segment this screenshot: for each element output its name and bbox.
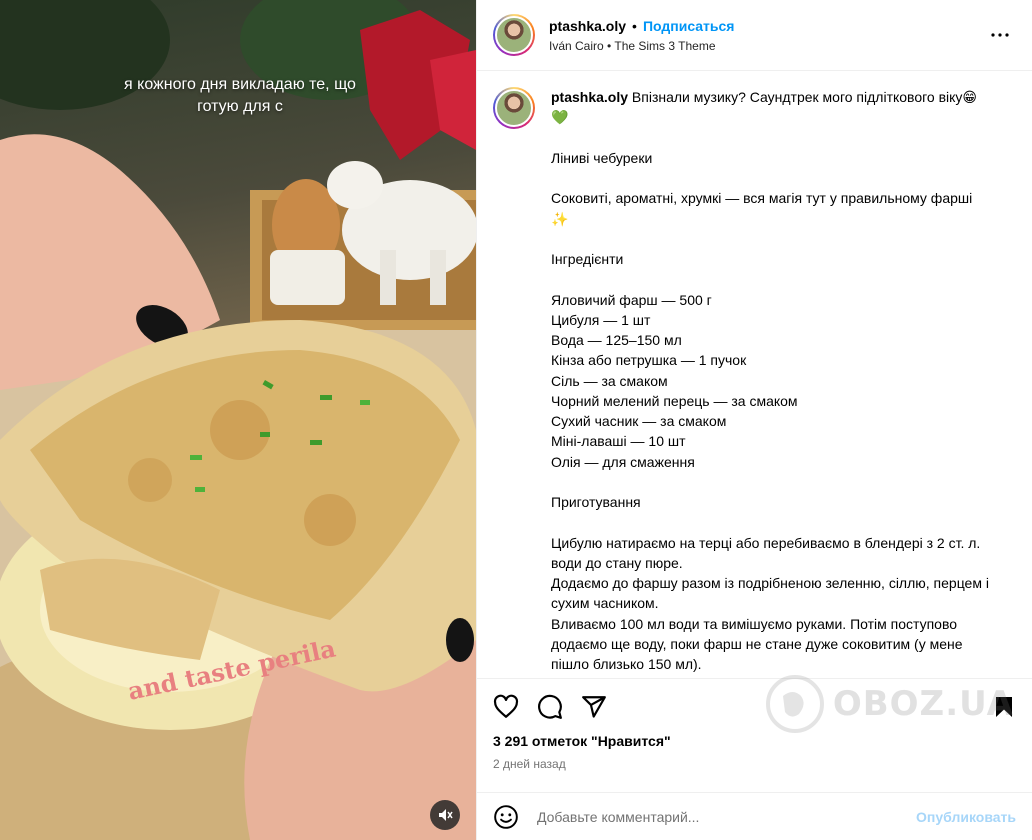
more-icon <box>991 33 1009 37</box>
audio-separator: • <box>607 38 612 53</box>
comment-input[interactable] <box>537 808 917 825</box>
comment-icon <box>538 694 562 719</box>
publish-button[interactable]: Опубликовать <box>916 809 1016 825</box>
post-actions: 3 291 отметок "Нравится" 2 дней назад OB… <box>477 675 1032 792</box>
separator-dot: • <box>632 17 637 34</box>
share-icon <box>582 696 606 718</box>
food-video-frame: and taste perila <box>0 0 476 840</box>
video-overlay-text: я кожного дня викладаю те, що готую для … <box>124 76 356 115</box>
caption-body: Ліниві чебуреки Соковиті, ароматні, хрум… <box>551 149 989 672</box>
like-button[interactable] <box>493 687 533 727</box>
more-options-button[interactable] <box>984 19 1016 51</box>
avatar[interactable] <box>493 14 535 56</box>
emoji-button[interactable] <box>493 802 523 832</box>
save-button[interactable] <box>976 687 1016 727</box>
author-username[interactable]: ptashka.oly <box>549 18 626 34</box>
instagram-post: and taste perila я кожного дня викладаю … <box>0 0 1032 840</box>
post-panel: ptashka.oly • Подписаться Iván Cairo • T… <box>476 0 1032 840</box>
mute-icon <box>439 809 453 821</box>
follow-button[interactable]: Подписаться <box>643 18 735 34</box>
comments-section[interactable]: ptashka.oly Впізнали музику? Саундтрек м… <box>477 71 1032 678</box>
likes-count[interactable]: 3 291 отметок "Нравится" <box>493 733 1016 749</box>
caption-text: ptashka.oly Впізнали музику? Саундтрек м… <box>551 87 991 674</box>
audio-attribution[interactable]: Iván Cairo • The Sims 3 Theme <box>549 39 984 53</box>
bookmark-icon <box>996 697 1012 717</box>
caption-row: ptashka.oly Впізнали музику? Саундтрек м… <box>493 87 1016 674</box>
post-header: ptashka.oly • Подписаться Iván Cairo • T… <box>477 0 1032 71</box>
post-media[interactable]: and taste perila я кожного дня викладаю … <box>0 0 476 840</box>
audio-track[interactable]: The Sims 3 Theme <box>614 39 715 53</box>
emoji-icon <box>494 804 518 829</box>
mute-button[interactable] <box>430 800 460 830</box>
caption-username[interactable]: ptashka.oly <box>551 89 628 105</box>
heart-icon <box>493 694 519 718</box>
add-comment-bar: Опубликовать <box>477 792 1032 840</box>
comment-button[interactable] <box>537 687 577 727</box>
audio-artist[interactable]: Iván Cairo <box>549 39 604 53</box>
share-button[interactable] <box>581 687 621 727</box>
post-date[interactable]: 2 дней назад <box>493 757 1016 771</box>
caption-avatar[interactable] <box>493 87 535 129</box>
